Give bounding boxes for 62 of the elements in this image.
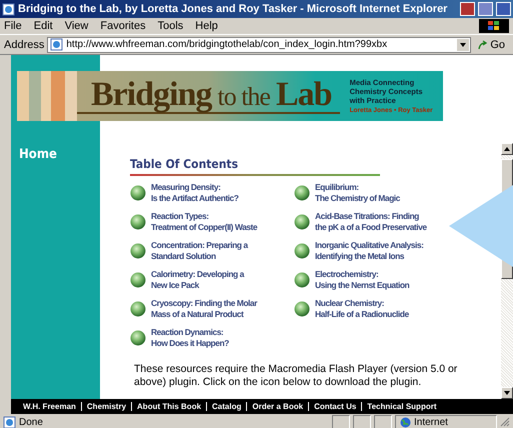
arrow-icon: [478, 40, 488, 50]
footer-link[interactable]: Contact Us: [308, 402, 362, 411]
menu-item[interactable]: View: [64, 20, 88, 32]
contents-link[interactable]: Reaction Dynamics: How Does it Happen?: [130, 327, 286, 349]
contents-link[interactable]: Reaction Types: Treatment of Copper(II) Waste: [130, 211, 286, 233]
menu-item[interactable]: File: [4, 20, 22, 32]
address-label: Address: [4, 38, 44, 50]
footer-link[interactable]: Chemistry: [80, 402, 132, 411]
bullet-icon: [294, 243, 310, 259]
banner-title: Bridging to the Lab: [77, 78, 340, 114]
globe-icon: [400, 416, 411, 428]
bullet-icon: [130, 330, 146, 346]
footer-link[interactable]: Technical Support: [361, 402, 442, 411]
status-text: Done: [19, 416, 44, 428]
status-pane: [374, 414, 392, 428]
contents-heading: Table Of Contents: [130, 157, 238, 171]
contents-link[interactable]: Concentration: Preparing a Standard Solution: [130, 240, 286, 262]
footer-link[interactable]: Catalog: [206, 402, 246, 411]
contents-link[interactable]: Inorganic Qualitative Analysis: Identifying the Metal Ions: [294, 240, 450, 262]
menu-item[interactable]: Help: [195, 20, 218, 32]
bullet-icon: [294, 214, 310, 230]
contents-link[interactable]: Calorimetry: Developing a New Ice Pack: [130, 269, 286, 291]
bullet-icon: [130, 301, 146, 317]
plugin-notice: These resources require the Macromedia Flash Player (version 5.0 or above) plugin. Click on the icon below to download the plugin.: [134, 363, 458, 389]
window-icon[interactable]: [496, 2, 511, 16]
footer-link[interactable]: About This Book: [131, 402, 206, 411]
window-icon[interactable]: [478, 2, 493, 16]
footer-link[interactable]: W.H. Freeman: [23, 402, 81, 411]
down-arrow-icon: [504, 391, 510, 395]
contents-link[interactable]: Acid-Base Titrations: Finding the pK a of a Food Preservative: [294, 211, 450, 233]
status-pane: [353, 414, 371, 428]
page-icon: [2, 2, 15, 16]
bullet-icon: [294, 301, 310, 317]
contents-link[interactable]: Equilibrium: The Chemistry of Magic: [294, 182, 450, 204]
bullet-icon: [130, 243, 146, 259]
window-icon[interactable]: [460, 2, 475, 16]
menu-item[interactable]: Tools: [158, 20, 184, 32]
contents-link[interactable]: Measuring Density: Is the Artifact Authentic?: [130, 182, 286, 204]
bullet-icon: [294, 272, 310, 288]
bullet-icon: [130, 272, 146, 288]
contents-link[interactable]: Cryoscopy: Finding the Molar Mass of a Natural Product: [130, 298, 286, 320]
stripes-drawing: [17, 71, 77, 121]
resize-grip-icon[interactable]: [500, 417, 510, 427]
page-icon: [50, 38, 64, 51]
windows-logo-icon: [479, 19, 509, 33]
bullet-icon: [294, 185, 310, 201]
contents-link[interactable]: Electrochemistry: Using the Nernst Equation: [294, 269, 450, 291]
footer-link[interactable]: Order a Book: [246, 402, 308, 411]
down-arrow-icon: [460, 42, 466, 46]
dropdown-button[interactable]: [456, 38, 470, 52]
page-icon: [3, 416, 16, 428]
address-field[interactable]: http://www.whfreeman.com/bridgingtothelab/con_index_login.htm?99xbx: [47, 36, 472, 52]
up-arrow-icon: [504, 147, 510, 151]
window-title: Bridging to the Lab, by Loretta Jones and Roy Tasker - Microsoft Internet Explorer: [18, 3, 448, 15]
menu-item[interactable]: Favorites: [100, 20, 146, 32]
go-button[interactable]: Go: [474, 38, 509, 50]
menu-item[interactable]: Edit: [34, 20, 53, 32]
status-pane: [332, 414, 350, 428]
contents-link[interactable]: Nuclear Chemistry: Half-Life of a Radionuclide: [294, 298, 450, 320]
zone-indicator: Internet: [395, 414, 497, 428]
bullet-icon: [130, 185, 146, 201]
bullet-icon: [130, 214, 146, 230]
